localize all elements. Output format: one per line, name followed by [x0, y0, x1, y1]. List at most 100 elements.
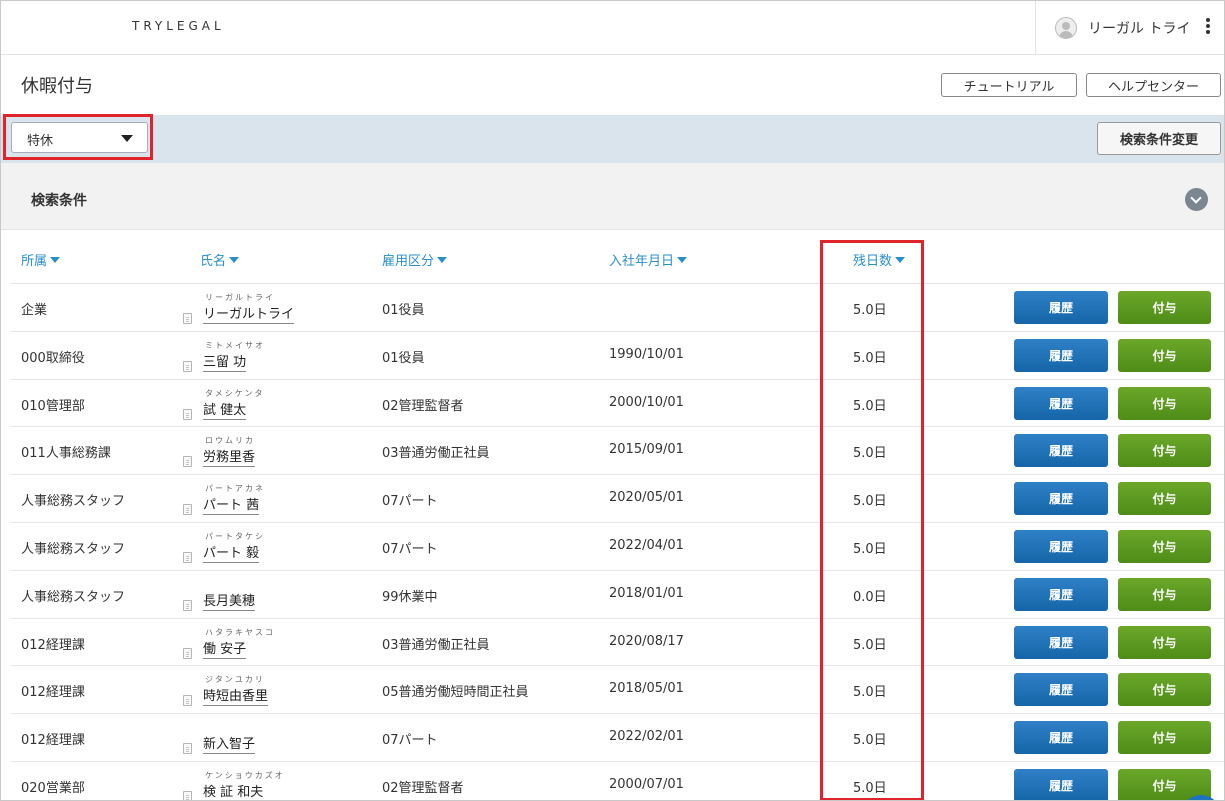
- employee-name-link[interactable]: 時短由香里: [203, 685, 269, 706]
- leave-type-value: 特休: [27, 134, 54, 149]
- table-row: 人事総務スタッフ パートタケシ パート 毅 07パート 2022/04/01 5.0日 履歴…: [1, 523, 1224, 571]
- history-button[interactable]: 履歴: [1014, 673, 1108, 706]
- sort-down-icon: [677, 256, 688, 263]
- employment-cell: 01役員: [382, 303, 425, 318]
- employment-cell: 02管理監督者: [382, 399, 464, 414]
- hire-date-cell: 2015/09/01: [609, 442, 684, 457]
- employee-name-link[interactable]: 新入智子: [203, 733, 256, 754]
- change-conditions-button[interactable]: 検索条件変更: [1097, 122, 1221, 155]
- employment-cell: 99休業中: [382, 590, 438, 605]
- employment-cell: 01役員: [382, 351, 425, 366]
- memo-icon[interactable]: [183, 504, 192, 515]
- dept-cell: 人事総務スタッフ: [21, 590, 126, 605]
- grant-button[interactable]: 付与: [1118, 673, 1211, 706]
- table-row: 020営業部 ケンショウカズオ検 証 和夫 02管理監督者 2000/07/01 5.0…: [1, 762, 1224, 800]
- page-title: 休暇付与: [21, 76, 93, 97]
- tutorial-button[interactable]: チュートリアル: [941, 73, 1077, 97]
- sort-down-icon: [50, 256, 61, 263]
- kebab-menu-icon[interactable]: [1206, 18, 1210, 36]
- employee-name-link[interactable]: リーガルトライ: [203, 303, 295, 324]
- history-button[interactable]: 履歴: [1014, 482, 1108, 515]
- grant-button[interactable]: 付与: [1118, 530, 1211, 563]
- grant-button[interactable]: 付与: [1118, 434, 1211, 467]
- column-header-employment[interactable]: 雇用区分: [382, 250, 448, 269]
- dept-cell: 企業: [21, 303, 48, 318]
- sort-down-icon: [895, 256, 906, 263]
- grant-button[interactable]: 付与: [1118, 482, 1211, 515]
- history-button[interactable]: 履歴: [1014, 721, 1108, 754]
- column-header-hire-date[interactable]: 入社年月日: [609, 250, 688, 269]
- memo-icon[interactable]: [183, 552, 192, 563]
- history-button[interactable]: 履歴: [1014, 578, 1108, 611]
- remaining-days-cell: 5.0日: [853, 351, 887, 366]
- employee-name-link[interactable]: 働 安子: [203, 638, 247, 659]
- name-furigana: ハタラキヤスコ: [205, 628, 275, 637]
- chevron-down-icon[interactable]: [1185, 188, 1208, 211]
- employment-cell: 07パート: [382, 494, 438, 509]
- remaining-days-cell: 5.0日: [853, 781, 887, 796]
- employee-name-link[interactable]: 労務里香: [203, 446, 256, 467]
- hire-date-cell: 2020/08/17: [609, 634, 684, 649]
- name-cell: パートアカネ パート 茜: [183, 481, 303, 519]
- employee-name-link[interactable]: パート 毅: [203, 542, 260, 563]
- employment-cell: 03普通労働正社員: [382, 638, 490, 653]
- user-avatar-icon[interactable]: [1055, 17, 1077, 39]
- hire-date-cell: 1990/10/01: [609, 347, 684, 362]
- user-name[interactable]: リーガル トライ: [1088, 18, 1190, 38]
- memo-icon[interactable]: [183, 600, 192, 611]
- hire-date-cell: 2018/05/01: [609, 681, 684, 696]
- leave-type-select[interactable]: 特休: [11, 122, 148, 153]
- name-furigana: ミトメイサオ: [205, 341, 265, 350]
- grant-button[interactable]: 付与: [1118, 339, 1211, 372]
- grant-button[interactable]: 付与: [1118, 721, 1211, 754]
- sort-down-icon: [437, 256, 448, 263]
- employment-cell: 07パート: [382, 542, 438, 557]
- search-conditions-title: 検索条件: [31, 193, 87, 209]
- memo-icon[interactable]: [183, 791, 192, 800]
- help-center-button[interactable]: ヘルプセンター: [1086, 73, 1221, 97]
- memo-icon[interactable]: [183, 456, 192, 467]
- history-button[interactable]: 履歴: [1014, 387, 1108, 420]
- name-cell: ハタラキヤスコ働 安子: [183, 625, 303, 663]
- app-frame: TRYLEGAL リーガル トライ 休暇付与 チュートリアル ヘルプセンター 特…: [0, 0, 1225, 801]
- memo-icon[interactable]: [183, 648, 192, 659]
- grant-button[interactable]: 付与: [1118, 387, 1211, 420]
- employee-name-link[interactable]: 検 証 和夫: [203, 781, 263, 800]
- memo-icon[interactable]: [183, 361, 192, 372]
- employee-name-link[interactable]: 三留 功: [203, 351, 247, 372]
- grant-button[interactable]: 付与: [1118, 626, 1211, 659]
- name-cell: ケンショウカズオ検 証 和夫: [183, 768, 303, 800]
- hire-date-cell: 2000/10/01: [609, 395, 684, 410]
- employment-cell: 02管理監督者: [382, 781, 464, 796]
- column-header-name[interactable]: 氏名: [200, 250, 240, 269]
- grant-button[interactable]: 付与: [1118, 578, 1211, 611]
- history-button[interactable]: 履歴: [1014, 530, 1108, 563]
- history-button[interactable]: 履歴: [1014, 434, 1108, 467]
- memo-icon[interactable]: [183, 313, 192, 324]
- name-cell: リーガルトライ リーガルトライ: [183, 290, 303, 328]
- column-header-remaining[interactable]: 残日数: [853, 250, 906, 269]
- history-button[interactable]: 履歴: [1014, 291, 1108, 324]
- remaining-days-cell: 5.0日: [853, 685, 887, 700]
- employee-name-link[interactable]: パート 茜: [203, 494, 260, 515]
- table-row: 012経理課 ハタラキヤスコ働 安子 03普通労働正社員 2020/08/17 5.0日…: [1, 619, 1224, 667]
- memo-icon[interactable]: [183, 695, 192, 706]
- grant-button[interactable]: 付与: [1118, 291, 1211, 324]
- memo-icon[interactable]: [183, 743, 192, 754]
- history-button[interactable]: 履歴: [1014, 339, 1108, 372]
- memo-icon[interactable]: [183, 409, 192, 420]
- brand-logo[interactable]: TRYLEGAL: [132, 19, 225, 33]
- history-button[interactable]: 履歴: [1014, 626, 1108, 659]
- column-header-dept[interactable]: 所属: [21, 250, 61, 269]
- name-cell: 新入智子: [183, 720, 303, 758]
- dept-cell: 012経理課: [21, 638, 85, 653]
- sort-down-icon: [229, 256, 240, 263]
- name-cell: ミトメイサオ 三留 功: [183, 338, 303, 376]
- employee-name-link[interactable]: 試 健太: [203, 399, 247, 420]
- history-button[interactable]: 履歴: [1014, 769, 1108, 800]
- table-row: 012経理課 新入智子 07パート 2022/02/01 5.0日 履歴 付与: [1, 714, 1224, 762]
- employee-name-link[interactable]: 長月美穂: [203, 590, 256, 611]
- remaining-days-cell: 5.0日: [853, 399, 887, 414]
- user-menu[interactable]: リーガル トライ: [1035, 1, 1224, 54]
- name-cell: ジタンユカリ 時短由香里: [183, 672, 303, 710]
